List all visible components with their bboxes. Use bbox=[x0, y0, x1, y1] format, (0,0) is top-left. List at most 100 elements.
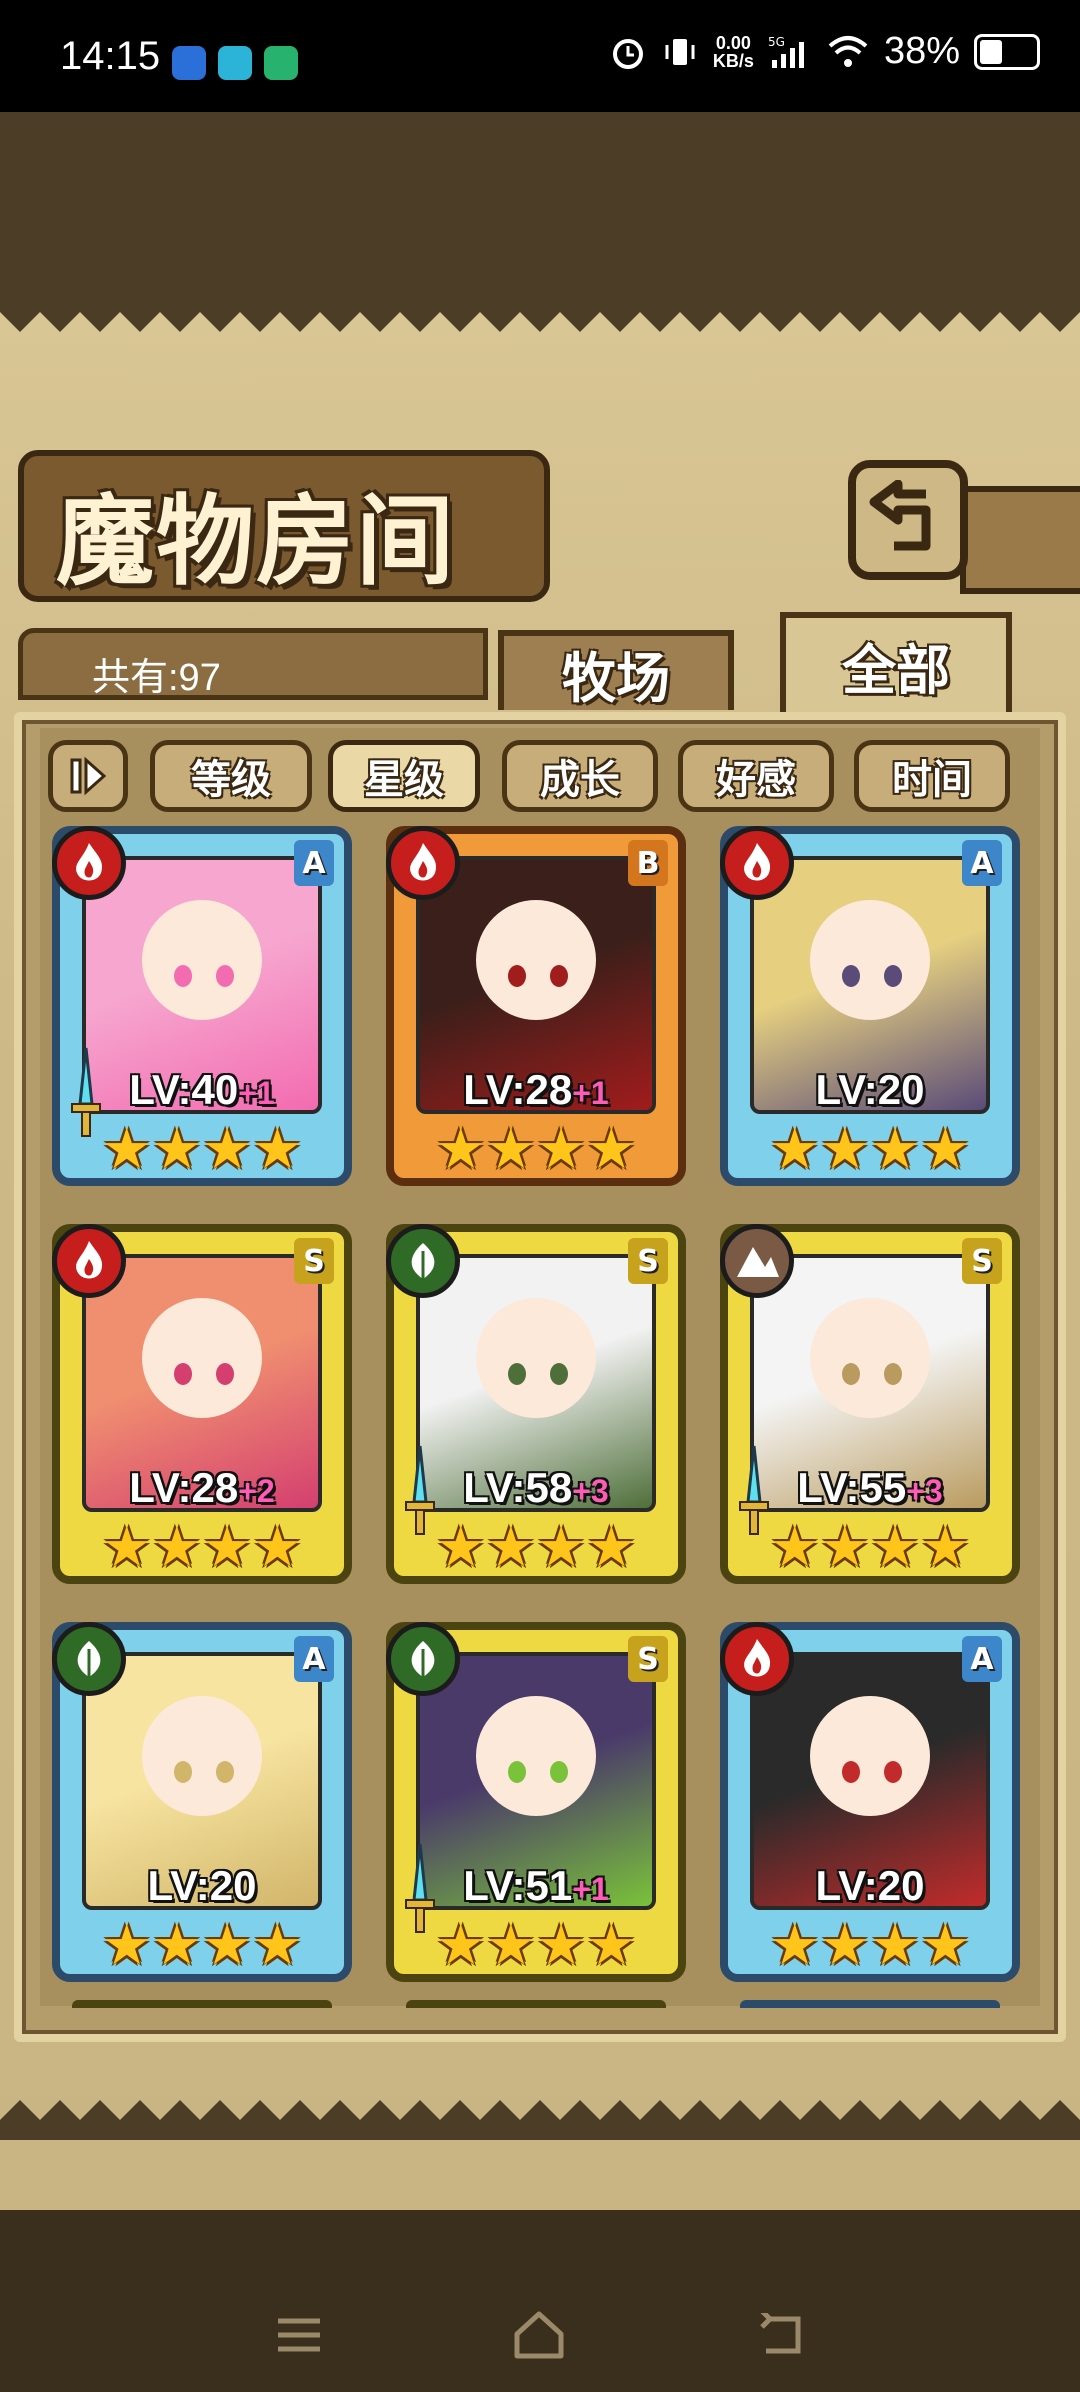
app-notification-icon-2 bbox=[218, 46, 252, 80]
map-top-strip bbox=[0, 112, 1080, 292]
monster-eye bbox=[549, 965, 568, 987]
star-rating: ★★★★ bbox=[435, 1117, 637, 1182]
level-text: LV:28 bbox=[463, 1066, 573, 1113]
tab-farm[interactable]: 牧场 bbox=[498, 630, 734, 710]
filter-affection[interactable]: 好感 bbox=[678, 740, 834, 812]
zigzag-edge-bottom bbox=[0, 2100, 1080, 2140]
system-back-button[interactable] bbox=[746, 2300, 816, 2370]
pause-sort-icon bbox=[70, 756, 107, 796]
monster-face bbox=[810, 900, 930, 1020]
monster-face bbox=[476, 1298, 596, 1418]
level-plus: +1 bbox=[572, 1075, 609, 1111]
battery-percent: 38% bbox=[883, 30, 960, 72]
star-rating: ★★★★ bbox=[435, 1515, 637, 1580]
monster-face bbox=[142, 900, 262, 1020]
wifi-icon bbox=[828, 35, 868, 67]
monster-level: LV:20 bbox=[728, 1862, 1012, 1910]
back-button-rail bbox=[960, 486, 1080, 594]
zigzag-edge-top bbox=[0, 292, 1080, 332]
monster-card-peek bbox=[72, 2000, 332, 2008]
filter-stars[interactable]: 星级 bbox=[328, 740, 480, 812]
monster-card[interactable]: A LV:20 ★★★★ bbox=[52, 1622, 352, 1982]
star-rating: ★★★★ bbox=[101, 1515, 303, 1580]
monster-card[interactable]: A LV:20 ★★★★ bbox=[720, 1622, 1020, 1982]
menu-icon bbox=[278, 2318, 320, 2352]
level-plus: +1 bbox=[238, 1075, 275, 1111]
monster-count: 共有:97 bbox=[92, 657, 221, 699]
fire-element-icon bbox=[720, 826, 794, 900]
app-notification-icon-3 bbox=[264, 46, 298, 80]
monster-card[interactable]: S LV:28+2 ★★★★ bbox=[52, 1224, 352, 1584]
tab-all[interactable]: 全部 bbox=[780, 612, 1012, 712]
level-text: LV:20 bbox=[147, 1862, 257, 1909]
earth-element-icon bbox=[720, 1224, 794, 1298]
star-rating: ★★★★ bbox=[435, 1913, 637, 1978]
level-text: LV:28 bbox=[129, 1464, 239, 1511]
vibrate-icon bbox=[665, 38, 695, 65]
monster-card-peek bbox=[740, 2000, 1000, 2008]
monster-level: LV:28+1 bbox=[394, 1066, 678, 1114]
fire-element-icon bbox=[720, 1622, 794, 1696]
back-arrow-icon bbox=[869, 480, 931, 551]
rank-badge: A bbox=[962, 1636, 1002, 1682]
monster-card-peek bbox=[406, 2000, 666, 2008]
fire-element-icon bbox=[52, 1224, 126, 1298]
monster-face bbox=[810, 1696, 930, 1816]
level-plus: +1 bbox=[572, 1871, 609, 1907]
status-time: 14:15 bbox=[60, 34, 161, 78]
page-title: 魔物房间 bbox=[56, 484, 457, 599]
monster-eye bbox=[215, 1363, 234, 1385]
level-plus: +2 bbox=[238, 1473, 275, 1509]
rank-badge: S bbox=[628, 1636, 668, 1682]
monster-level: LV:55+3 bbox=[728, 1464, 1012, 1512]
monster-card[interactable]: A LV:20 ★★★★ bbox=[720, 826, 1020, 1186]
monster-eye bbox=[883, 1761, 902, 1783]
sort-order-toggle[interactable] bbox=[48, 740, 128, 812]
monster-level: LV:20 bbox=[60, 1862, 344, 1910]
monster-face bbox=[142, 1298, 262, 1418]
alarm-icon bbox=[612, 38, 643, 69]
monster-level: LV:58+3 bbox=[394, 1464, 678, 1512]
monster-eye bbox=[549, 1761, 568, 1783]
status-bar: 14:15 0.00 KB/s 5G 38% bbox=[0, 0, 1080, 112]
monster-face bbox=[476, 1696, 596, 1816]
menu-button[interactable] bbox=[264, 2300, 334, 2370]
fire-element-icon bbox=[52, 826, 126, 900]
monster-level: LV:51+1 bbox=[394, 1862, 678, 1910]
monster-card[interactable]: B LV:28+1 ★★★★ bbox=[386, 826, 686, 1186]
map-lower-strip bbox=[0, 2140, 1080, 2210]
rank-badge: S bbox=[962, 1238, 1002, 1284]
net-speed: 0.00 KB/s bbox=[712, 32, 754, 71]
monster-eye bbox=[215, 965, 234, 987]
level-text: LV:51 bbox=[463, 1862, 573, 1909]
home-icon bbox=[514, 2311, 564, 2359]
monster-level: LV:28+2 bbox=[60, 1464, 344, 1512]
back-button[interactable] bbox=[848, 460, 968, 580]
filter-time[interactable]: 时间 bbox=[854, 740, 1010, 812]
star-rating: ★★★★ bbox=[769, 1515, 971, 1580]
monster-level: LV:20 bbox=[728, 1066, 1012, 1114]
level-text: LV:40 bbox=[129, 1066, 239, 1113]
rank-badge: S bbox=[294, 1238, 334, 1284]
svg-text:5G: 5G bbox=[768, 35, 785, 49]
grass-element-icon bbox=[52, 1622, 126, 1696]
monster-card[interactable]: S LV:55+3 ★★★★ bbox=[720, 1224, 1020, 1584]
level-text: LV:20 bbox=[815, 1066, 925, 1113]
filter-level[interactable]: 等级 bbox=[150, 740, 312, 812]
star-rating: ★★★★ bbox=[769, 1913, 971, 1978]
rank-badge: S bbox=[628, 1238, 668, 1284]
monster-card[interactable]: A LV:40+1 ★★★★ bbox=[52, 826, 352, 1186]
grass-element-icon bbox=[386, 1224, 460, 1298]
monster-face bbox=[142, 1696, 262, 1816]
level-text: LV:20 bbox=[815, 1862, 925, 1909]
monster-card[interactable]: S LV:51+1 ★★★★ bbox=[386, 1622, 686, 1982]
monster-card[interactable]: S LV:58+3 ★★★★ bbox=[386, 1224, 686, 1584]
home-button[interactable] bbox=[504, 2300, 574, 2370]
monster-eye bbox=[215, 1761, 234, 1783]
monster-eye bbox=[883, 1363, 902, 1385]
monster-level: LV:40+1 bbox=[60, 1066, 344, 1114]
monster-eye bbox=[883, 965, 902, 987]
star-rating: ★★★★ bbox=[101, 1913, 303, 1978]
filter-growth[interactable]: 成长 bbox=[502, 740, 658, 812]
status-icons: 0.00 KB/s 5G 38% bbox=[609, 30, 1040, 73]
